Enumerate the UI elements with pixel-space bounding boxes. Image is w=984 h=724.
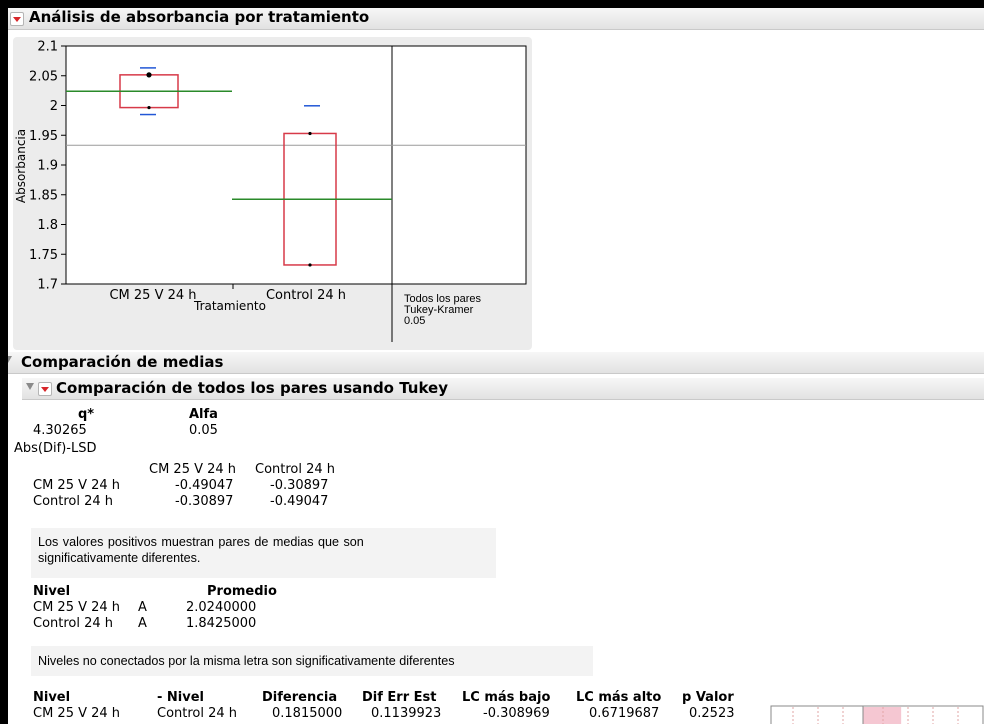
data-point [308,131,312,136]
diff-header: LC más alto [576,690,662,705]
letters-header-mean: Promedio [207,584,277,599]
comparison-circles-label: Todos los pares Tukey-Kramer 0.05 [404,294,481,327]
means-section-title: Comparación de medias [21,353,224,371]
red-triangle-menu-icon[interactable] [38,382,52,396]
diff-header: p Valor [682,690,734,705]
letters-letter: A [138,600,147,615]
letters-mean: 2.0240000 [186,600,257,615]
diff-header: - Nivel [157,690,205,705]
diff-level: CM 25 V 24 h [33,706,121,721]
diff-p-value: 0.2523 [689,706,735,721]
letters-header-level: Nivel [33,584,71,599]
q-value: 4.30265 [33,423,87,438]
disclosure-icon[interactable] [8,356,12,363]
letters-level: Control 24 h [33,616,114,631]
report-window: Análisis de absorbancia por tratamiento … [8,8,984,724]
lsd-col-header: CM 25 V 24 h [149,462,237,477]
diff-bar [863,707,902,724]
y-tick-label: 2.1 [37,40,58,55]
difference-bar-chart [770,705,984,724]
diff-value: 0.1815000 [272,706,343,721]
alpha-value: 0.05 [189,423,218,438]
note-line-1: Los valores positivos muestran pares de … [38,535,364,549]
lsd-cell: -0.49047 [270,494,329,509]
y-axis-label: Absorbancia [14,129,28,203]
data-point [147,105,151,110]
y-tick-label: 2.05 [29,69,58,84]
tukey-section-header: Comparación de todos los pares usando Tu… [22,378,984,400]
diff-header: LC más bajo [462,690,551,705]
lsd-title: Abs(Dif)-LSD [14,441,97,456]
letters-note: Niveles no conectados por la misma letra… [31,646,593,676]
lsd-cell: -0.30897 [270,478,329,493]
tukey-section-title: Comparación de todos los pares usando Tu… [56,379,448,397]
lsd-col-header: Control 24 h [255,462,336,477]
lsd-cell: -0.30897 [175,494,234,509]
lsd-row-label: CM 25 V 24 h [33,478,121,493]
diff-header: Nivel [33,690,71,705]
y-tick-label: 1.75 [29,248,58,263]
letters-letter: A [138,616,147,631]
disclosure-icon[interactable] [26,383,34,390]
plot-area [65,45,527,285]
data-point [308,263,312,267]
means-section-header: Comparación de medias [8,352,984,374]
positive-values-note: Los valores positivos muestran pares de … [31,528,496,578]
diff-lower-cl: -0.308969 [483,706,550,721]
x-tick-label: Control 24 h [266,288,346,303]
diff-std-err: 0.1139923 [371,706,442,721]
alpha-header: Alfa [189,407,218,422]
y-tick-label: 2 [50,99,58,114]
lsd-row-label: Control 24 h [33,494,114,509]
diff-header: Dif Err Est [362,690,437,705]
diff-header: Diferencia [262,690,338,705]
y-tick-label: 1.7 [37,278,58,293]
diff-upper-cl: 0.6719687 [589,706,660,721]
lsd-cell: -0.49047 [175,478,234,493]
y-tick-label: 1.85 [29,188,58,203]
q-header: q* [78,407,95,422]
x-tick-label: CM 25 V 24 h [109,288,196,303]
circles-label-line-3: 0.05 [404,315,426,327]
letters-mean: 1.8425000 [186,616,257,631]
x-axis-label: Tratamiento [193,299,266,313]
y-tick-label: 1.95 [29,129,58,144]
data-point [146,72,152,78]
diff-minus-level: Control 24 h [157,706,238,721]
note-line-2: significativamente diferentes. [38,551,201,565]
y-tick-label: 1.8 [37,218,58,233]
letters-level: CM 25 V 24 h [33,600,121,615]
y-tick-label: 1.9 [37,159,58,174]
letters-note-text: Niveles no conectados por la misma letra… [38,654,455,668]
